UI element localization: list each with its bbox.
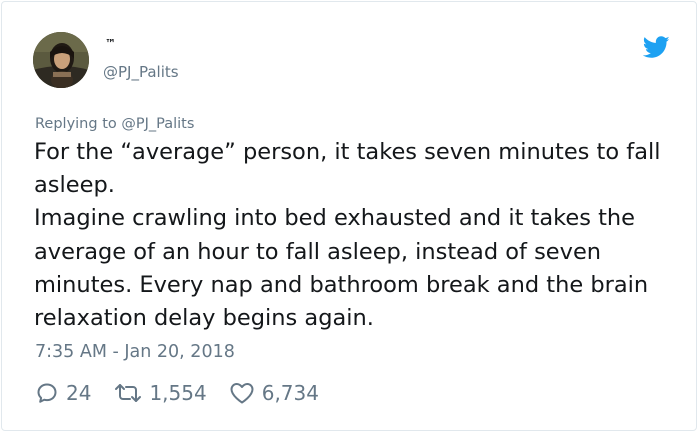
tweet-actions: 24 1,554 6,734 [35, 378, 319, 408]
like-count: 6,734 [261, 381, 319, 405]
like-icon [230, 383, 254, 404]
replying-to: Replying to @PJ_Palits [35, 116, 194, 132]
twitter-bird-icon[interactable] [643, 36, 670, 59]
tweet-text-line: Imagine crawling into bed exhausted and … [34, 205, 649, 332]
author-display-name[interactable]: ™ [105, 37, 116, 50]
tweet-text-line: For the “average” person, it takes seven… [34, 139, 661, 199]
reply-button[interactable]: 24 [35, 381, 91, 405]
tweet-text: For the “average” person, it takes seven… [34, 136, 684, 335]
tweet-timestamp[interactable]: 7:35 AM - Jan 20, 2018 [35, 342, 235, 362]
replying-to-prefix: Replying to [35, 116, 117, 132]
reply-icon [37, 383, 57, 403]
retweet-count: 1,554 [149, 381, 207, 405]
retweet-button[interactable]: 1,554 [114, 381, 207, 405]
avatar-portrait [33, 32, 89, 88]
retweet-icon [115, 384, 142, 402]
like-button[interactable]: 6,734 [229, 381, 319, 405]
avatar[interactable] [33, 32, 89, 88]
author-handle[interactable]: @PJ_Palits [103, 63, 179, 81]
tweet-card: ™ @PJ_Palits Replying to @PJ_Palits For … [1, 1, 697, 431]
replying-to-mention[interactable]: @PJ_Palits [121, 116, 194, 132]
reply-count: 24 [66, 381, 92, 405]
